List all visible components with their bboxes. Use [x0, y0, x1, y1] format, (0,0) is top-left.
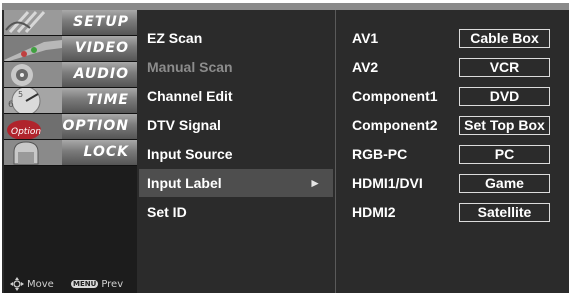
input-source-name: Component2: [352, 117, 438, 133]
input-label-row[interactable]: Component1 DVD: [336, 82, 569, 110]
input-source-name: RGB-PC: [352, 146, 408, 162]
menu-item-label: Input Label: [147, 175, 222, 191]
menu-item-label: Channel Edit: [147, 88, 233, 104]
input-label-value[interactable]: Satellite: [459, 203, 550, 222]
input-label-panel: AV1 Cable Box AV2 VCR Component1 DVD Com…: [336, 10, 569, 293]
category-time[interactable]: 6 5 TIME: [4, 88, 137, 114]
category-label: OPTION: [62, 118, 129, 134]
input-source-name: HDMI2: [352, 204, 396, 220]
prev-hint: Prev: [101, 279, 124, 290]
input-source-name: Component1: [352, 88, 438, 104]
input-source-name: AV1: [352, 30, 379, 46]
menu-item-ez-scan[interactable]: EZ Scan: [139, 24, 333, 52]
input-label-row[interactable]: AV1 Cable Box: [336, 24, 569, 52]
menu-item-label: EZ Scan: [147, 30, 203, 46]
category-video[interactable]: VIDEO: [4, 36, 137, 62]
input-label-value[interactable]: DVD: [459, 87, 550, 106]
menu-item-dtv-signal[interactable]: DTV Signal: [139, 111, 333, 139]
clock-icon: 6 5: [4, 88, 62, 113]
category-option[interactable]: Option OPTION: [4, 114, 137, 140]
menu-item-label: Set ID: [147, 204, 187, 220]
submenu-arrow-icon: ►: [309, 176, 321, 190]
menu-item-channel-edit[interactable]: Channel Edit: [139, 82, 333, 110]
category-sidebar: SETUP VIDEO AUDIO 6 5 TIME Option OPTION…: [4, 10, 137, 293]
input-source-name: HDMI1/DVI: [352, 175, 423, 191]
svg-text:6: 6: [8, 100, 14, 110]
menu-key-icon: MENU: [71, 280, 99, 288]
menu-item-input-label[interactable]: Input Label ►: [139, 169, 333, 197]
category-label: VIDEO: [74, 40, 129, 56]
menu-item-input-source[interactable]: Input Source: [139, 140, 333, 168]
speaker-icon: [4, 62, 62, 87]
input-label-value[interactable]: VCR: [459, 58, 550, 77]
svg-text:Option: Option: [11, 127, 41, 137]
input-label-row[interactable]: AV2 VCR: [336, 53, 569, 81]
input-label-value[interactable]: Game: [459, 174, 550, 193]
input-label-row[interactable]: HDMI2 Satellite: [336, 198, 569, 226]
input-label-value[interactable]: Set Top Box: [459, 116, 550, 135]
top-bar: [2, 3, 569, 10]
category-label: LOCK: [83, 144, 129, 160]
category-audio[interactable]: AUDIO: [4, 62, 137, 88]
category-label: AUDIO: [73, 66, 129, 82]
film-strip-icon: [4, 36, 62, 61]
menu-item-set-id[interactable]: Set ID: [139, 198, 333, 226]
category-label: TIME: [86, 92, 129, 108]
lock-icon: [4, 140, 62, 165]
move-dpad-icon: [10, 277, 24, 291]
satellite-dish-icon: [4, 10, 62, 35]
tv-osd-menu: SETUP VIDEO AUDIO 6 5 TIME Option OPTION…: [2, 3, 569, 293]
menu-item-label: Manual Scan: [147, 59, 233, 75]
input-label-value[interactable]: Cable Box: [459, 29, 550, 48]
svg-text:5: 5: [18, 90, 23, 99]
input-label-row[interactable]: HDMI1/DVI Game: [336, 169, 569, 197]
input-label-row[interactable]: RGB-PC PC: [336, 140, 569, 168]
menu-item-manual-scan[interactable]: Manual Scan: [139, 53, 333, 81]
category-setup[interactable]: SETUP: [4, 10, 137, 36]
footer-hints: Move MENU Prev: [10, 277, 123, 291]
menu-item-label: DTV Signal: [147, 117, 221, 133]
setup-menu: EZ Scan Manual Scan Channel Edit DTV Sig…: [139, 10, 333, 293]
move-hint: Move: [27, 279, 54, 290]
category-label: SETUP: [73, 14, 129, 30]
input-label-value[interactable]: PC: [459, 145, 550, 164]
menu-item-label: Input Source: [147, 146, 233, 162]
category-lock[interactable]: LOCK: [4, 140, 137, 166]
input-label-row[interactable]: Component2 Set Top Box: [336, 111, 569, 139]
option-tag-icon: Option: [4, 114, 62, 139]
input-source-name: AV2: [352, 59, 379, 75]
